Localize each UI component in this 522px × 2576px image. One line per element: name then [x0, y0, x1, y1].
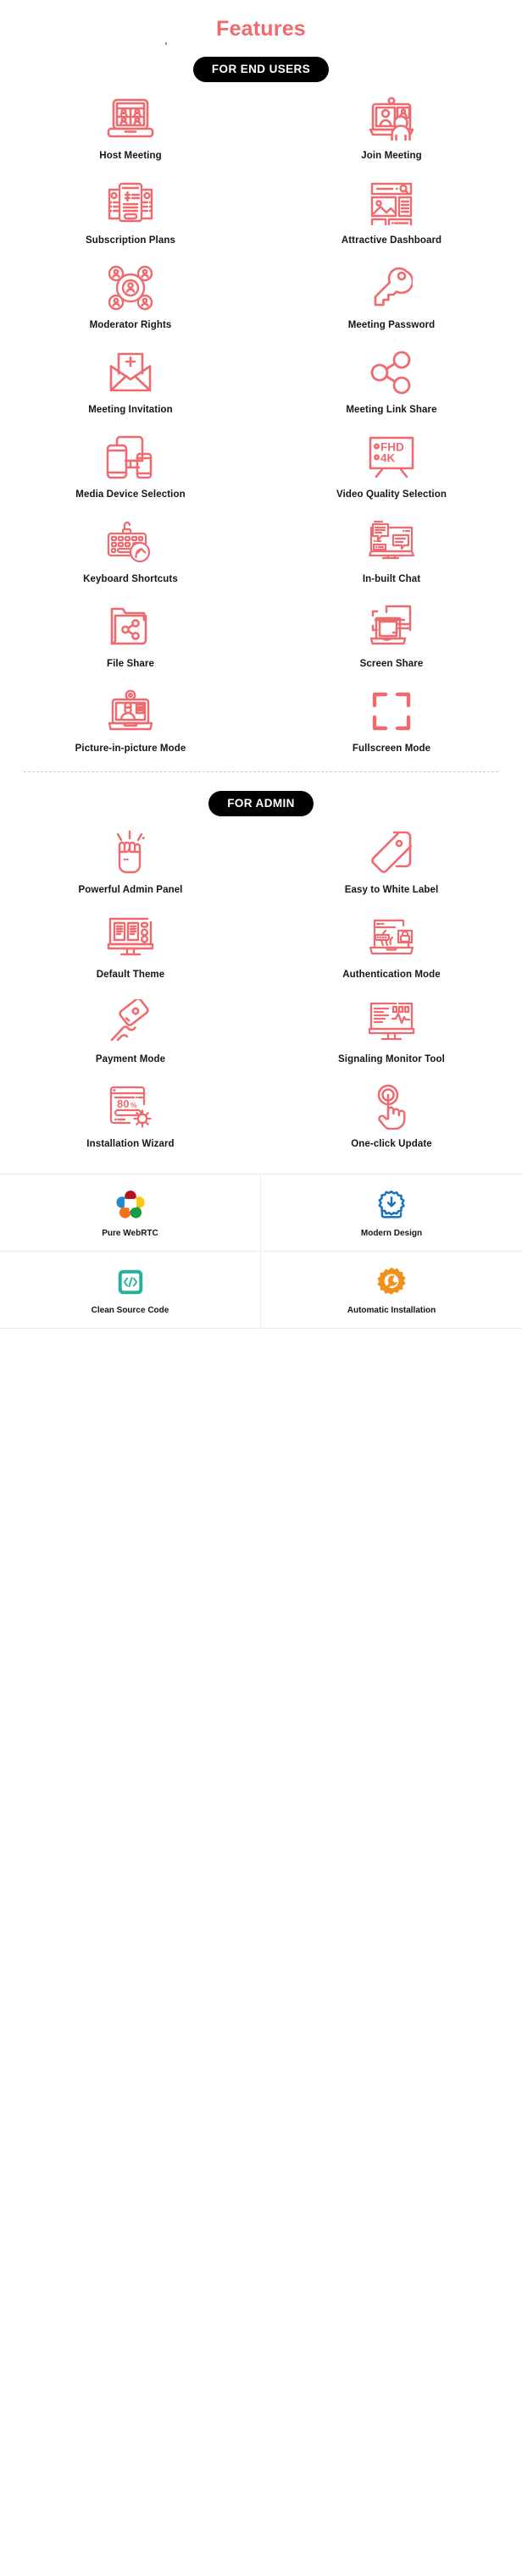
install-gear-icon: 80 %: [103, 1082, 158, 1131]
feature-label: Fullscreen Mode: [352, 744, 431, 754]
admin-badge-wrap: FOR ADMIN: [0, 791, 522, 816]
feature-label: Signaling Monitor Tool: [338, 1054, 445, 1064]
key-icon: [364, 263, 419, 312]
feature-label: Installation Wizard: [86, 1139, 175, 1149]
tile-automatic-installation[interactable]: Automatic Installation: [261, 1252, 522, 1329]
feature-label: Meeting Invitation: [88, 405, 173, 415]
feature-one-click-update[interactable]: One-click Update: [261, 1070, 522, 1155]
feature-installation-wizard[interactable]: 80 % Installation Wizard: [0, 1070, 261, 1155]
tile-label: Pure WebRTC: [102, 1229, 158, 1238]
badge-for-end-users: FOR END USERS: [192, 57, 330, 82]
highlight-tiles: Pure WebRTC Modern Design Clean Source C…: [0, 1174, 522, 1329]
tile-pure-webrtc[interactable]: Pure WebRTC: [0, 1175, 261, 1252]
feature-media-device-selection[interactable]: Media Device Selection: [0, 421, 261, 506]
admin-feature-grid: Powerful Admin Panel Easy to White Label: [0, 816, 522, 1155]
monitor-person-join-icon: [364, 94, 419, 143]
feature-signaling-monitor-tool[interactable]: Signaling Monitor Tool: [261, 986, 522, 1070]
feature-easy-to-white-label[interactable]: Easy to White Label: [261, 816, 522, 901]
feature-screen-share[interactable]: Screen Share: [261, 590, 522, 675]
gear-download-icon: [374, 1187, 409, 1223]
hand-credit-card-icon: [103, 998, 158, 1047]
price-tags-icon: [364, 828, 419, 877]
feature-label: Picture-in-picture Mode: [75, 744, 186, 754]
laptop-grid-participants-icon: [103, 94, 158, 143]
feature-video-quality-selection[interactable]: FHD 4K Video Quality Selection: [261, 421, 522, 506]
feature-picture-in-picture-mode[interactable]: Picture-in-picture Mode: [0, 675, 261, 760]
feature-attractive-dashboard[interactable]: Attractive Dashboard: [261, 167, 522, 252]
raised-fist-icon: [103, 828, 158, 877]
feature-label: Easy to White Label: [344, 885, 439, 895]
features-page: Features FOR END USERS Host Meeting Join…: [0, 0, 522, 1329]
feature-meeting-password[interactable]: Meeting Password: [261, 252, 522, 336]
feature-fullscreen-mode[interactable]: Fullscreen Mode: [261, 675, 522, 760]
tv-fhd-4k-icon: FHD 4K: [364, 433, 419, 482]
feature-label: Default Theme: [96, 970, 165, 980]
feature-payment-mode[interactable]: Payment Mode: [0, 986, 261, 1070]
keyboard-arrow-icon: [103, 517, 158, 567]
fullscreen-corners-icon: [364, 687, 419, 736]
svg-text:80: 80: [117, 1097, 129, 1110]
multi-device-icon: [103, 433, 158, 482]
feature-default-theme[interactable]: Default Theme: [0, 901, 261, 986]
end-user-feature-grid: Host Meeting Join Meeting Subscription P…: [0, 82, 522, 760]
price-documents-dollar-icon: [103, 179, 158, 228]
webrtc-logo-icon: [113, 1187, 148, 1223]
screen-share-icon: [364, 602, 419, 651]
feature-meeting-invitation[interactable]: Meeting Invitation: [0, 336, 261, 421]
feature-label: Keyboard Shortcuts: [83, 574, 178, 584]
feature-label: Video Quality Selection: [336, 489, 447, 500]
feature-powerful-admin-panel[interactable]: Powerful Admin Panel: [0, 816, 261, 901]
end-users-badge-wrap: FOR END USERS: [0, 57, 522, 82]
feature-label: Host Meeting: [99, 151, 162, 161]
feature-label: Payment Mode: [95, 1054, 166, 1064]
folder-share-icon: [103, 602, 158, 651]
feature-label: Media Device Selection: [75, 489, 186, 500]
hand-click-icon: [364, 1082, 419, 1131]
tile-clean-source-code[interactable]: Clean Source Code: [0, 1252, 261, 1329]
feature-file-share[interactable]: File Share: [0, 590, 261, 675]
feature-subscription-plans[interactable]: Subscription Plans: [0, 167, 261, 252]
feature-moderator-rights[interactable]: Moderator Rights: [0, 252, 261, 336]
page-title: Features: [216, 17, 306, 41]
tile-label: Modern Design: [360, 1229, 423, 1238]
monitor-analytics-icon: [364, 998, 419, 1047]
svg-text:%: %: [130, 1101, 137, 1109]
feature-label: Meeting Password: [347, 320, 436, 330]
users-network-icon: [103, 263, 158, 312]
svg-text:4K: 4K: [380, 452, 396, 465]
feature-join-meeting[interactable]: Join Meeting: [261, 82, 522, 167]
feature-authentication-mode[interactable]: Authentication Mode: [261, 901, 522, 986]
feature-label: One-click Update: [351, 1139, 432, 1149]
feature-label: Join Meeting: [361, 151, 422, 161]
tile-label: Clean Source Code: [91, 1306, 169, 1315]
feature-label: Meeting Link Share: [346, 405, 437, 415]
code-brackets-icon: [113, 1264, 148, 1300]
feature-label: In-built Chat: [362, 574, 421, 584]
monitor-chat-bubbles-icon: [364, 517, 419, 567]
gear-wrench-icon: [374, 1264, 409, 1300]
feature-label: Authentication Mode: [342, 970, 441, 980]
feature-label: Screen Share: [359, 659, 424, 669]
badge-for-admin: FOR ADMIN: [208, 791, 314, 816]
laptop-pip-icon: [103, 687, 158, 736]
feature-in-built-chat[interactable]: In-built Chat: [261, 506, 522, 590]
feature-label: Powerful Admin Panel: [78, 885, 183, 895]
tile-modern-design[interactable]: Modern Design: [261, 1175, 522, 1252]
feature-label: Attractive Dashboard: [341, 235, 442, 246]
feature-keyboard-shortcuts[interactable]: Keyboard Shortcuts: [0, 506, 261, 590]
tile-label: Automatic Installation: [347, 1306, 436, 1315]
monitor-layout-theme-icon: [103, 913, 158, 962]
envelope-plus-icon: [103, 348, 158, 397]
dashboard-layout-icon: [364, 179, 419, 228]
feature-meeting-link-share[interactable]: Meeting Link Share: [261, 336, 522, 421]
feature-label: Subscription Plans: [86, 235, 175, 246]
laptop-fingerprint-lock-icon: [364, 913, 419, 962]
feature-label: File Share: [107, 659, 154, 669]
feature-host-meeting[interactable]: Host Meeting: [0, 82, 261, 167]
share-nodes-icon: [364, 348, 419, 397]
feature-label: Moderator Rights: [89, 320, 172, 330]
decorative-dot: [0, 40, 522, 48]
section-divider: [24, 771, 498, 772]
